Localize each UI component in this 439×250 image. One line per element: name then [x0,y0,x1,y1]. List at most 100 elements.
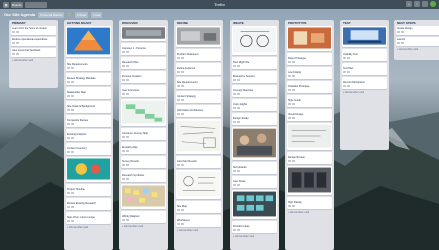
card[interactable]: Content Inventory [66,143,111,155]
card-badges [233,93,276,96]
add-card-button[interactable]: + Add another card [342,91,387,95]
card[interactable]: Content Strategy [176,91,221,103]
card[interactable]: Visual Design [287,109,332,121]
bell-icon[interactable] [422,1,428,7]
personal-boards-button[interactable]: Personal Boards [38,11,65,18]
list-column[interactable]: IDEATE How Might We Brainstorm Session Conc… [230,20,279,250]
card[interactable]: Usability Test [342,49,387,61]
plus-icon[interactable]: + [406,1,412,7]
card[interactable]: Affinity Diagram [121,211,166,223]
add-card-button[interactable]: + Add another card [287,211,332,215]
card[interactable]: Low Fidelity [287,67,332,79]
invite-button[interactable]: Invite [91,11,103,18]
card[interactable]: Customer Journey Map [121,128,166,140]
add-card-button[interactable]: + Add another card [396,48,439,52]
card[interactable]: Design Review [287,152,332,164]
card[interactable]: Sign-off on current scope [66,212,111,224]
card[interactable] [232,127,277,160]
add-card-button[interactable]: + Add another card [11,59,56,63]
card[interactable] [287,166,332,195]
card[interactable]: Test Plan [342,63,387,75]
card[interactable]: Site Goals & Background [66,101,111,113]
card[interactable] [66,157,111,182]
card[interactable]: Card Sort Results [176,156,221,168]
add-card-button[interactable]: + Add another card [66,226,111,230]
list-column[interactable]: PROTOTYPE Paper Prototype Low Fidelity Clic… [285,20,334,250]
card[interactable]: Information Architecture [176,105,221,117]
visibility-button[interactable]: Private [74,11,89,18]
card[interactable] [287,123,332,150]
card[interactable]: Empathy Map [121,142,166,154]
card-cover-image [67,158,110,180]
card[interactable]: Define Audience [176,63,221,75]
list-column[interactable]: DISCOVER Interview 1 - Persona Research Pl… [119,20,168,250]
card[interactable]: Recruit Participants [342,77,387,89]
card[interactable] [66,26,111,57]
list-column[interactable]: DEFINE Problem Statement Define Audience Si… [174,20,223,250]
card[interactable]: Paper Prototype [287,53,332,65]
card[interactable]: Problem Statement [176,49,221,61]
list-column[interactable]: PRIMARY Learn from the hours of content Re… [9,20,58,88]
card[interactable]: Brainstorm Session [232,71,277,83]
card[interactable]: Site Map [176,201,221,213]
card[interactable]: Prioritize Ideas [232,221,277,233]
card[interactable]: Reduce operational expenditure [11,37,56,46]
card[interactable] [232,190,277,219]
card[interactable]: Site Requirements [66,59,111,71]
list-column[interactable]: GETTING READY Site Requirements Review Str… [64,20,113,250]
card[interactable]: Give users their feedback [11,48,56,57]
card[interactable]: Launch [396,37,439,46]
card[interactable] [176,119,221,154]
search-input[interactable] [24,1,47,8]
card[interactable]: Learn from the hours of content [11,26,56,35]
card-badge-icon [122,150,125,152]
card[interactable]: Design Studio [232,113,277,125]
card[interactable]: Style Guide [287,95,332,107]
card[interactable] [121,26,166,41]
card[interactable]: Clickable Prototype [287,81,332,93]
card[interactable]: Research Plan [121,57,166,69]
star-icon[interactable]: ☆ [67,12,71,18]
card[interactable]: Concept Sketches [232,85,277,97]
card[interactable] [121,184,166,209]
card[interactable]: Interview 1 - Persona [121,43,166,55]
card[interactable]: Iterate Design [396,26,439,35]
list-column[interactable]: NEXT STEPS Iterate Design Launch + Add anot… [394,20,439,60]
boards-button[interactable]: Boards [11,1,23,8]
add-card-button[interactable]: + Add another card [176,229,221,233]
card[interactable] [342,26,387,47]
card[interactable]: Site Requirements [176,77,221,89]
avatar[interactable] [430,1,436,7]
card[interactable]: Wireframes [176,215,221,227]
card[interactable]: Crazy Eights [232,99,277,111]
card[interactable] [121,99,166,126]
card[interactable] [176,170,221,199]
card[interactable]: User Flows [232,176,277,188]
card[interactable]: Existing Analytics [66,129,111,141]
add-card-button[interactable]: + Add another card [232,235,277,239]
info-icon[interactable]: i [414,1,420,7]
card[interactable]: High Fidelity [287,197,332,209]
home-button[interactable]: ▦ [3,1,9,8]
card-badge-icon [71,151,74,153]
card[interactable]: Project Timeline [66,184,111,196]
board-title[interactable]: Our Site Agenda [4,9,35,20]
card[interactable]: Persona Creation [121,71,166,83]
card[interactable] [232,26,277,55]
card-badge-icon [181,223,184,225]
list-column[interactable]: TEST Usability Test Test Plan Recruit Parti… [340,20,389,150]
card[interactable] [176,26,221,47]
card[interactable]: Stakeholder Map [66,87,111,99]
card[interactable]: User Interviews [121,85,166,97]
card-title: Card Sort Results [177,160,197,163]
card[interactable] [287,26,332,51]
card[interactable]: Review Existing Research [66,198,111,210]
card[interactable]: Competitor Review [66,115,111,127]
card[interactable]: How Might We [232,57,277,69]
card[interactable]: Research Synthesis [121,170,166,182]
add-card-button[interactable]: + Add another card [121,225,166,229]
card-badge-icon [288,205,291,207]
card[interactable]: Survey Results [121,156,166,168]
card[interactable]: Storyboards [232,162,277,174]
card[interactable]: Review Strategy Mandate [66,73,111,85]
